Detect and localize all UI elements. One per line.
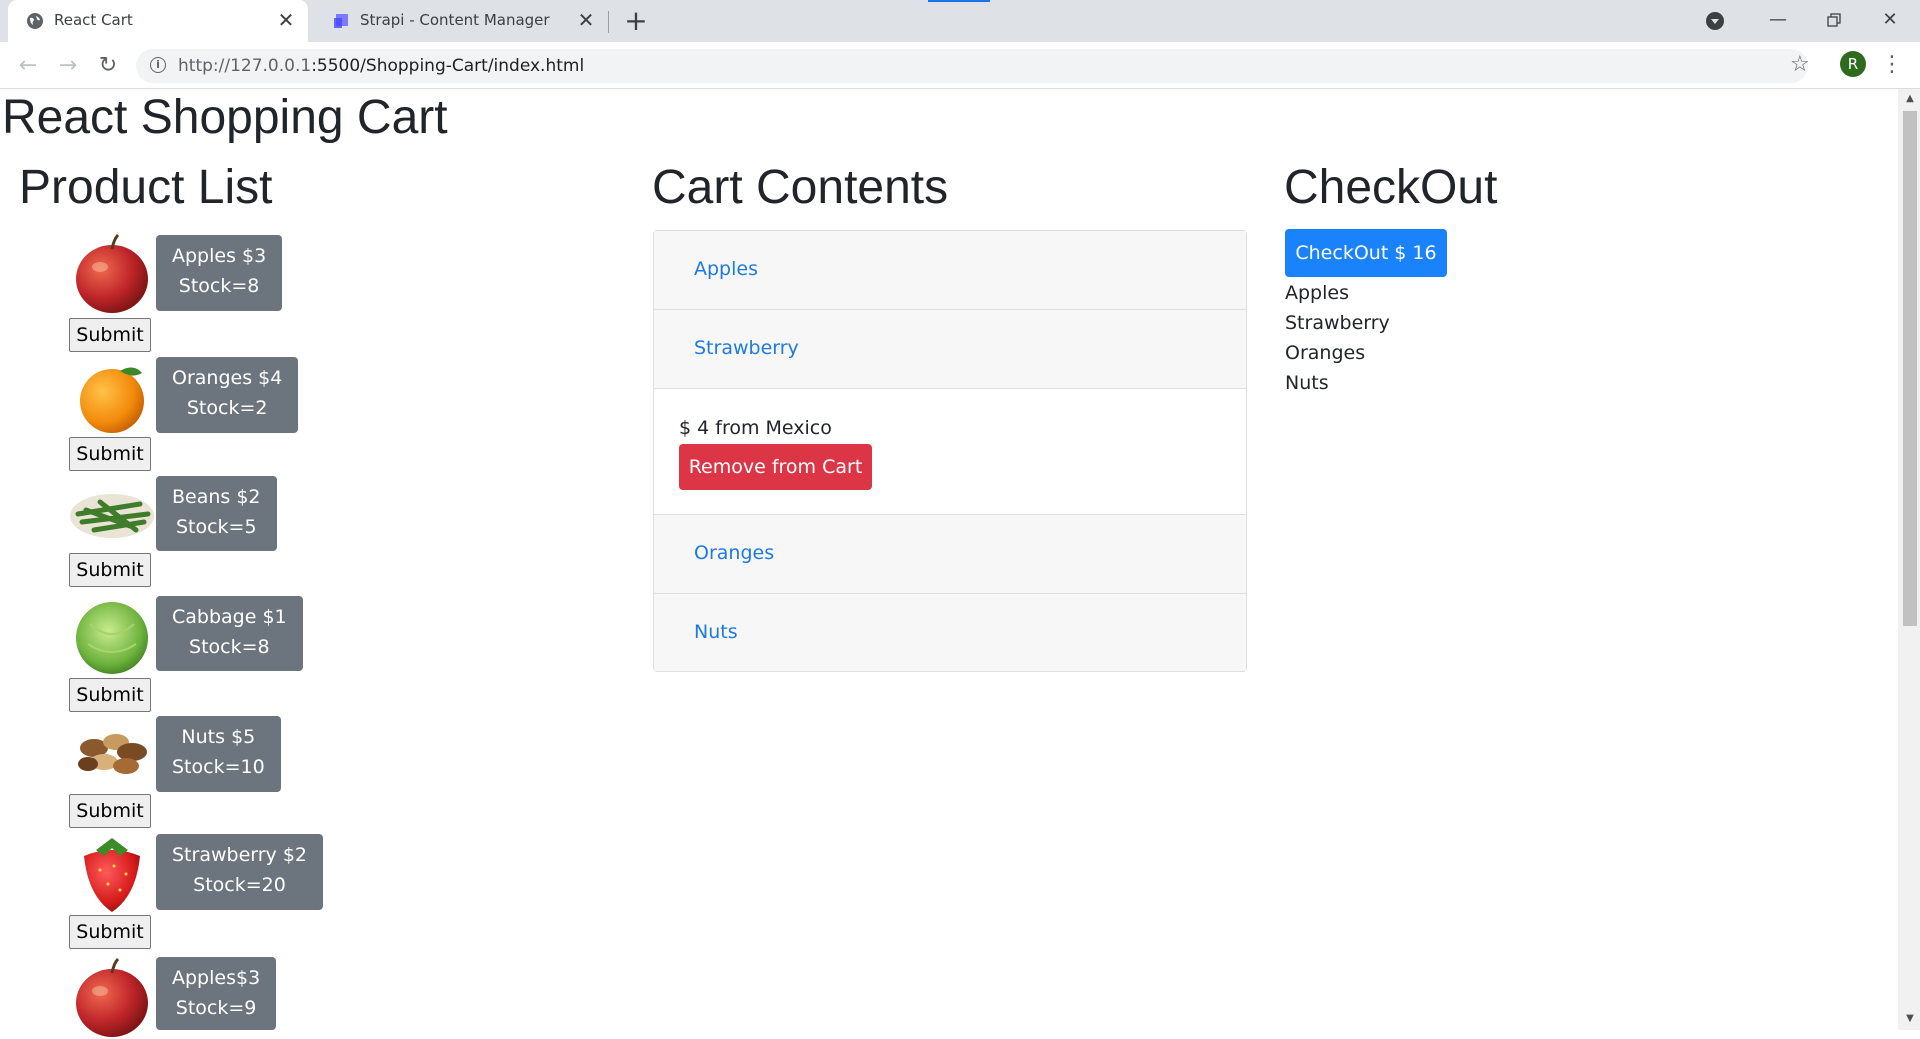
close-window-button[interactable]: ✕ [1862, 0, 1918, 40]
add-apples-button[interactable]: Apples $3 Stock=8 [156, 235, 283, 311]
site-info-icon[interactable]: i [150, 57, 166, 73]
product-stock: Stock=10 [172, 756, 265, 778]
tab-strapi[interactable]: Strapi - Content Manager ✕ [314, 0, 608, 42]
add-beans-button[interactable]: Beans $2 Stock=5 [156, 476, 277, 551]
restore-button[interactable] [1806, 0, 1862, 40]
checkout-item: Nuts [1285, 372, 1329, 394]
submit-button[interactable]: Submit [69, 678, 151, 712]
tab-divider [608, 11, 609, 33]
close-tab-icon[interactable]: ✕ [574, 8, 598, 32]
product-name-price: Oranges $4 [172, 367, 283, 389]
checkout-item: Apples [1285, 282, 1349, 304]
scroll-up-arrow[interactable]: ▲ [1903, 92, 1917, 106]
cart-item-link[interactable]: Strawberry [694, 337, 799, 359]
cart-item-nuts[interactable]: Nuts [654, 594, 1246, 671]
tab-strip-indicator [928, 0, 990, 2]
cart-item-strawberry[interactable]: Strawberry [654, 310, 1246, 389]
cart-item-link[interactable]: Nuts [694, 621, 738, 643]
scrollbar-thumb[interactable] [1903, 111, 1917, 626]
close-tab-icon[interactable]: ✕ [274, 8, 298, 32]
add-oranges-button[interactable]: Oranges $4 Stock=2 [156, 357, 299, 433]
checkout-button[interactable]: CheckOut $ 16 [1285, 229, 1447, 277]
submit-button[interactable]: Submit [69, 794, 151, 828]
tab-title: React Cart [54, 11, 133, 29]
cart-item-info: $ 4 from Mexico [679, 417, 832, 439]
reload-icon[interactable]: ↻ [92, 50, 124, 82]
url-text[interactable]: http://127.0.0.1:5500/Shopping-Cart/inde… [178, 56, 584, 76]
product-stock: Stock=8 [189, 636, 270, 658]
product-name-price: Strawberry $2 [172, 844, 308, 866]
product-name-price: Nuts $5 [181, 726, 256, 748]
browser-menu-icon[interactable]: ⋮ [1880, 50, 1904, 80]
bookmark-star-icon[interactable]: ☆ [1790, 52, 1810, 77]
tab-search-icon[interactable] [1706, 12, 1724, 30]
profile-avatar[interactable]: R [1840, 51, 1866, 77]
cart-item-link[interactable]: Apples [694, 258, 758, 280]
minimize-button[interactable]: — [1750, 0, 1806, 40]
remove-from-cart-button[interactable]: Remove from Cart [679, 444, 872, 490]
back-arrow-icon[interactable]: ← [12, 50, 44, 82]
cart-item-apples[interactable]: Apples [654, 231, 1246, 310]
product-name-price: Cabbage $1 [172, 606, 287, 628]
globe-icon [27, 13, 43, 29]
submit-button[interactable]: Submit [69, 318, 151, 352]
nuts-image [78, 734, 147, 774]
cart-accordion: Apples Strawberry $ 4 from Mexico Remove… [653, 230, 1247, 672]
beans-image [70, 494, 154, 538]
cart-contents-heading: Cart Contents [652, 161, 949, 214]
checkout-item: Oranges [1285, 342, 1366, 364]
product-stock: Stock=5 [175, 516, 257, 538]
tab-react-cart[interactable]: React Cart ✕ [8, 0, 308, 42]
add-nuts-button[interactable]: Nuts $5 Stock=10 [156, 716, 281, 792]
cart-item-link[interactable]: Oranges [694, 542, 774, 564]
add-apples-button[interactable]: Apples$3 Stock=9 [156, 957, 277, 1030]
forward-arrow-icon[interactable]: → [52, 50, 84, 82]
apple-image [76, 957, 148, 1037]
cart-item-oranges[interactable]: Oranges [654, 515, 1246, 594]
product-name-price: Apples$3 [172, 967, 261, 989]
orange-image [80, 367, 144, 433]
product-stock: Stock=9 [175, 997, 257, 1019]
restore-icon [1827, 13, 1841, 27]
cart-item-detail: $ 4 from Mexico Remove from Cart [654, 389, 1246, 515]
page-title: React Shopping Cart [2, 91, 448, 144]
add-cabbage-button[interactable]: Cabbage $1 Stock=8 [156, 596, 303, 671]
add-strawberry-button[interactable]: Strawberry $2 Stock=20 [156, 834, 324, 910]
checkout-heading: CheckOut [1284, 161, 1498, 214]
product-name-price: Beans $2 [172, 486, 261, 508]
submit-button[interactable]: Submit [69, 553, 151, 587]
apple-image [76, 233, 148, 313]
product-stock: Stock=20 [193, 874, 286, 896]
checkout-item: Strawberry [1285, 312, 1390, 334]
submit-button[interactable]: Submit [69, 915, 151, 949]
tab-title: Strapi - Content Manager [360, 11, 550, 29]
scroll-down-arrow[interactable]: ▼ [1903, 1012, 1917, 1026]
product-name-price: Apples $3 [172, 245, 267, 267]
strawberry-image [84, 838, 140, 912]
cabbage-image [76, 602, 148, 674]
new-tab-button[interactable]: + [620, 6, 652, 38]
strapi-icon [334, 14, 348, 28]
submit-button[interactable]: Submit [69, 437, 151, 471]
product-stock: Stock=2 [186, 397, 268, 419]
product-stock: Stock=8 [178, 275, 260, 297]
product-list-heading: Product List [19, 161, 273, 214]
